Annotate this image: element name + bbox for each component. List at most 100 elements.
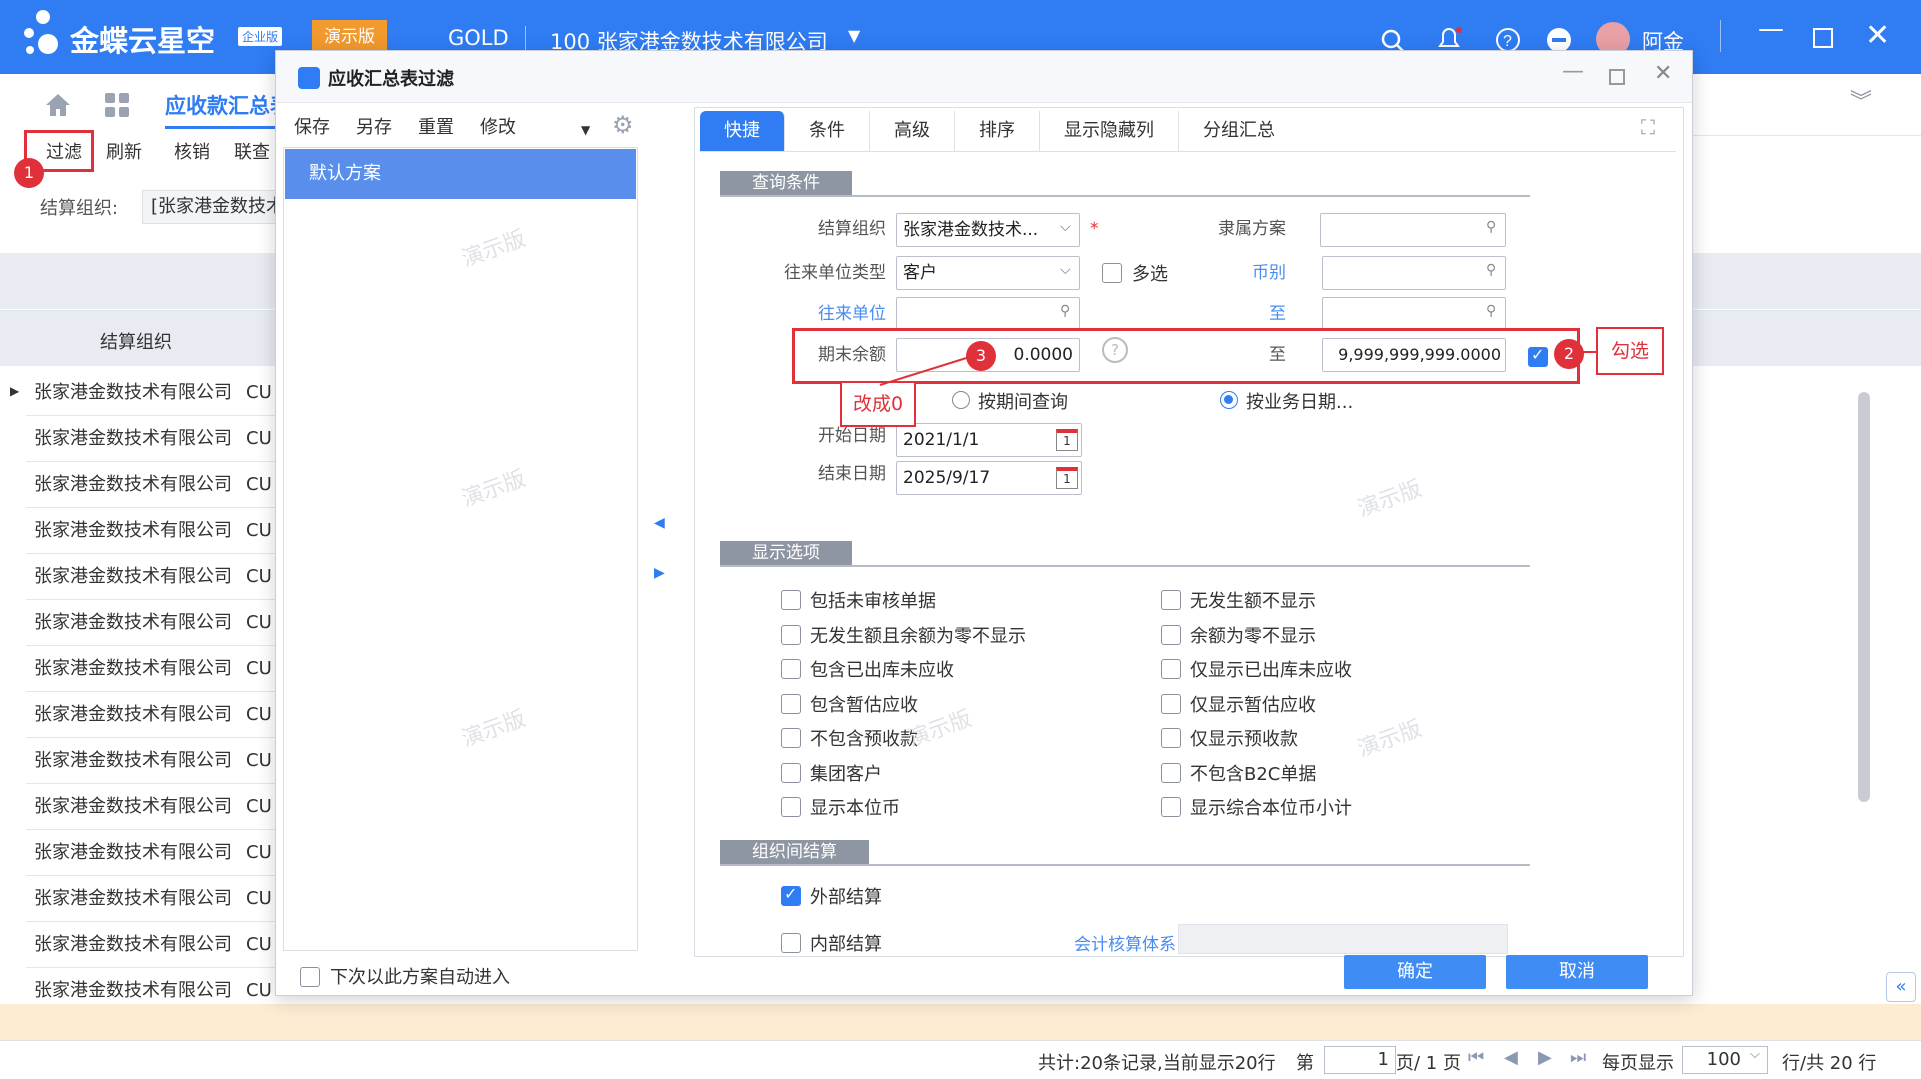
calendar-icon[interactable]: 1 bbox=[1056, 429, 1078, 451]
linked-query-button[interactable]: 联查 bbox=[234, 138, 270, 164]
currency-input[interactable] bbox=[1322, 256, 1506, 290]
chevron-down-icon[interactable]: ⌵ bbox=[1750, 1047, 1760, 1062]
display-option-checkbox[interactable] bbox=[1161, 797, 1181, 817]
dialog-maximize-icon[interactable] bbox=[1609, 69, 1625, 85]
partner-type-select[interactable]: 客户 bbox=[896, 256, 1080, 290]
display-option-checkbox[interactable] bbox=[781, 659, 801, 679]
radio-period[interactable] bbox=[952, 391, 970, 409]
search-icon[interactable]: ⚲ bbox=[1486, 262, 1496, 278]
scheme-modify-button[interactable]: 修改 bbox=[480, 113, 516, 139]
apps-grid-icon[interactable] bbox=[104, 92, 130, 118]
tab-quick[interactable]: 快捷 bbox=[700, 111, 785, 151]
multi-select-checkbox[interactable] bbox=[1102, 263, 1122, 283]
display-option-label: 显示综合本位币小计 bbox=[1190, 798, 1352, 819]
expand-right-icon[interactable]: ▶ bbox=[654, 565, 665, 581]
scheme-save-as-button[interactable]: 另存 bbox=[356, 113, 392, 139]
tab-sort[interactable]: 排序 bbox=[955, 111, 1040, 151]
display-option-checkbox[interactable] bbox=[781, 728, 801, 748]
grid-scrollbar[interactable] bbox=[1858, 392, 1870, 802]
collapse-left-icon[interactable]: ◀ bbox=[654, 515, 665, 531]
currency-label[interactable]: 币别 bbox=[1236, 258, 1286, 283]
chevron-down-icon[interactable]: ▼ bbox=[848, 26, 860, 45]
scheme-item-default[interactable]: 默认方案 bbox=[285, 149, 636, 199]
env-label[interactable]: GOLD bbox=[448, 26, 509, 50]
settle-org-select[interactable]: 张家港金数技术... bbox=[896, 213, 1080, 247]
affiliation-input[interactable] bbox=[1320, 213, 1506, 247]
dialog-close-icon[interactable]: ✕ bbox=[1654, 61, 1672, 86]
close-icon[interactable]: ✕ bbox=[1865, 18, 1890, 53]
display-option-checkbox[interactable] bbox=[1161, 693, 1181, 714]
collapse-panel-icon[interactable]: « bbox=[1886, 972, 1916, 1002]
display-option-label: 仅显示暂估应收 bbox=[1190, 694, 1316, 716]
scheme-reset-button[interactable]: 重置 bbox=[418, 113, 454, 139]
dialog-title: 应收汇总表过滤 bbox=[328, 69, 454, 90]
display-option-label: 无发生额不显示 bbox=[1190, 591, 1316, 612]
end-date-input[interactable]: 2025/9/17 bbox=[896, 461, 1082, 495]
display-option-checkbox[interactable] bbox=[1161, 728, 1181, 748]
display-option-label: 包含已出库未应收 bbox=[810, 660, 954, 681]
chevron-double-down-icon[interactable]: ︾ bbox=[1850, 84, 1872, 116]
prev-page-icon[interactable]: ◀ bbox=[1504, 1047, 1518, 1068]
search-icon[interactable]: ⚲ bbox=[1486, 303, 1496, 319]
display-option-checkbox[interactable] bbox=[1161, 624, 1181, 645]
annotation-connector bbox=[879, 354, 977, 386]
home-icon[interactable] bbox=[44, 92, 72, 118]
next-page-icon[interactable]: ▶ bbox=[1538, 1047, 1552, 1068]
last-page-icon[interactable]: ⏭ bbox=[1570, 1047, 1586, 1068]
minimize-icon[interactable]: — bbox=[1758, 14, 1784, 44]
grid-col-header[interactable]: 结算组织 bbox=[100, 328, 172, 354]
internal-settlement-checkbox[interactable] bbox=[781, 933, 801, 953]
tab-receivable-summary[interactable]: 应收款汇总表 bbox=[165, 90, 280, 129]
display-option-checkbox[interactable] bbox=[1161, 590, 1181, 610]
ok-button[interactable]: 确定 bbox=[1344, 955, 1486, 989]
display-option-checkbox[interactable] bbox=[1161, 659, 1181, 679]
external-settlement-label: 外部结算 bbox=[810, 887, 882, 908]
tab-conditions[interactable]: 条件 bbox=[785, 111, 870, 151]
annotation-badge-1: 1 bbox=[14, 158, 44, 188]
radio-dot bbox=[1224, 395, 1233, 404]
fullscreen-icon[interactable]: ⛶ bbox=[1641, 115, 1655, 139]
partner-label[interactable]: 往来单位 bbox=[796, 299, 886, 324]
partner-type-label: 往来单位类型 bbox=[784, 263, 886, 283]
auto-enter-checkbox[interactable] bbox=[300, 967, 320, 987]
display-option-checkbox[interactable] bbox=[781, 624, 801, 645]
display-option-checkbox[interactable] bbox=[781, 762, 801, 783]
display-option-checkbox[interactable] bbox=[1161, 762, 1181, 783]
first-page-icon[interactable]: ⏮ bbox=[1468, 1047, 1484, 1068]
display-option-label: 仅显示预收款 bbox=[1190, 729, 1298, 750]
tab-group-summary[interactable]: 分组汇总 bbox=[1179, 111, 1299, 151]
accounting-system-input[interactable] bbox=[1178, 924, 1508, 954]
partner-to-label[interactable]: 至 bbox=[1246, 299, 1286, 324]
divider bbox=[525, 26, 526, 50]
pager-page-input[interactable]: 1 bbox=[1324, 1046, 1396, 1074]
start-date-input[interactable]: 2021/1/1 bbox=[896, 423, 1082, 457]
tab-advanced[interactable]: 高级 bbox=[870, 111, 955, 151]
external-settlement-checkbox[interactable]: ✓ bbox=[781, 884, 801, 906]
dialog-minimize-icon[interactable]: — bbox=[1562, 59, 1584, 84]
display-option-checkbox[interactable] bbox=[781, 693, 801, 714]
search-icon[interactable]: ⚲ bbox=[1486, 219, 1496, 235]
maximize-icon[interactable] bbox=[1813, 28, 1833, 48]
partner-from-input[interactable] bbox=[896, 297, 1080, 331]
gear-icon[interactable]: ⚙ bbox=[612, 111, 634, 139]
writeoff-button[interactable]: 核销 bbox=[174, 138, 210, 164]
accounting-system-label[interactable]: 会计核算体系 bbox=[1056, 930, 1176, 955]
calendar-icon[interactable]: 1 bbox=[1056, 467, 1078, 489]
section-display: 显示选项 bbox=[720, 541, 852, 565]
display-option-checkbox[interactable] bbox=[781, 590, 801, 610]
auto-enter-label: 下次以此方案自动进入 bbox=[330, 967, 510, 988]
cancel-button[interactable]: 取消 bbox=[1506, 955, 1648, 989]
scheme-dropdown-icon[interactable]: ▼ bbox=[581, 123, 590, 137]
demo-badge: 演示版 bbox=[312, 20, 387, 54]
display-option-checkbox[interactable] bbox=[781, 797, 801, 817]
scheme-save-button[interactable]: 保存 bbox=[294, 113, 330, 139]
refresh-button[interactable]: 刷新 bbox=[106, 138, 142, 164]
radio-bizdate[interactable] bbox=[1220, 391, 1238, 409]
section-display-line bbox=[720, 565, 1530, 567]
settle-org-value[interactable]: [张家港金数技术 bbox=[142, 190, 282, 224]
search-icon[interactable]: ⚲ bbox=[1060, 303, 1070, 319]
display-option-label: 集团客户 bbox=[810, 763, 882, 785]
tab-show-hide-columns[interactable]: 显示隐藏列 bbox=[1040, 111, 1179, 151]
partner-to-input[interactable] bbox=[1322, 297, 1506, 331]
settle-org-field-label: 结算组织 bbox=[818, 219, 886, 239]
